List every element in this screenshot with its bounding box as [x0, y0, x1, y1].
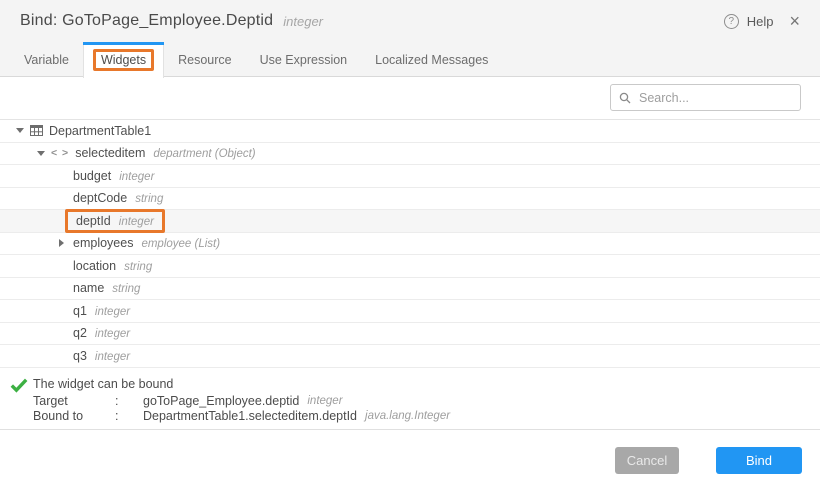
node-label-wrap: q3 integer — [73, 349, 130, 363]
node-label-wrap: name string — [73, 281, 140, 295]
tab-label: Localized Messages — [375, 53, 488, 67]
annotation-highlight-box: Widgets — [93, 49, 154, 71]
node-name: employees — [73, 236, 133, 250]
status-value: DepartmentTable1.selecteditem.deptId — [143, 409, 357, 425]
page-title: Bind: GoToPage_Employee.Deptid — [20, 12, 273, 30]
tab-resource[interactable]: Resource — [164, 42, 246, 77]
node-name: selecteditem — [75, 146, 145, 160]
tree-row-location[interactable]: location string — [0, 255, 820, 278]
node-type: employee (List) — [141, 238, 220, 250]
tab-bar: Variable Widgets Resource Use Expression Loc… — [0, 42, 820, 77]
node-type: string — [112, 283, 140, 295]
caret-collapsed-icon[interactable] — [59, 239, 73, 247]
bind-button[interactable]: Bind — [716, 447, 802, 474]
node-label-wrap: selecteditem department (Object) — [75, 146, 255, 160]
tree-row-budget[interactable]: budget integer — [0, 165, 820, 188]
status-row-bound-to: Bound to:DepartmentTable1.selecteditem.d… — [33, 409, 820, 425]
search-box[interactable] — [610, 84, 801, 111]
toolbar — [0, 77, 820, 120]
tab-widgets[interactable]: Widgets — [83, 42, 164, 78]
help-icon[interactable]: ? — [724, 14, 739, 29]
search-icon — [619, 92, 631, 104]
cancel-button[interactable]: Cancel — [615, 447, 679, 474]
node-label-wrap: budget integer — [73, 169, 154, 183]
status-rows: Target:goToPage_Employee.deptidintegerBo… — [33, 394, 820, 425]
tab-label: Variable — [24, 53, 69, 67]
dialog-header: Bind: GoToPage_Employee.Deptid integer ?… — [0, 0, 820, 42]
status-label: Target — [33, 394, 115, 410]
node-type: string — [124, 261, 152, 273]
tab-localized-messages[interactable]: Localized Messages — [361, 42, 502, 77]
caret-expanded-icon[interactable] — [16, 128, 30, 133]
help-link[interactable]: Help — [747, 14, 774, 29]
table-widget-icon — [30, 125, 43, 136]
node-name: deptCode — [73, 191, 127, 205]
tree-row-q2[interactable]: q2 integer — [0, 323, 820, 346]
node-name: location — [73, 259, 116, 273]
status-value_type: integer — [307, 394, 342, 410]
node-type: integer — [119, 216, 154, 228]
node-type: integer — [95, 351, 130, 363]
success-check-icon — [10, 378, 28, 398]
tree-row-q1[interactable]: q1 integer — [0, 300, 820, 323]
status-row-target: Target:goToPage_Employee.deptid integer — [33, 394, 820, 410]
node-label-wrap: deptCode string — [73, 191, 163, 205]
node-name: budget — [73, 169, 111, 183]
caret-expanded-icon[interactable] — [37, 151, 51, 156]
tree-row-DepartmentTable1[interactable]: DepartmentTable1 — [0, 120, 820, 143]
node-type: integer — [95, 328, 130, 340]
close-icon[interactable]: × — [787, 12, 802, 30]
status-value_type: java.lang.Integer — [365, 409, 450, 425]
header-actions: ? Help × — [724, 12, 802, 30]
tree-row-selecteditem[interactable]: < > selecteditem department (Object) — [0, 143, 820, 166]
tab-use-expression[interactable]: Use Expression — [246, 42, 362, 77]
node-name: q2 — [73, 326, 87, 340]
search-input[interactable] — [637, 90, 792, 106]
node-type: department (Object) — [153, 148, 255, 160]
dialog-footer: Cancel Bind — [0, 430, 820, 487]
node-label-wrap: DepartmentTable1 — [49, 124, 151, 138]
node-type: string — [135, 193, 163, 205]
status-value: goToPage_Employee.deptid — [143, 394, 299, 410]
tree-row-q3[interactable]: q3 integer — [0, 345, 820, 368]
tab-label: Resource — [178, 53, 232, 67]
status-message: The widget can be bound — [33, 377, 820, 392]
tree-row-employees[interactable]: employees employee (List) — [0, 233, 820, 256]
node-name: deptId — [76, 214, 111, 228]
node-label-wrap: location string — [73, 259, 152, 273]
node-type: integer — [95, 306, 130, 318]
bind-dialog: Bind: GoToPage_Employee.Deptid integer ?… — [0, 0, 820, 487]
node-name: name — [73, 281, 104, 295]
node-name: q3 — [73, 349, 87, 363]
node-type: integer — [119, 171, 154, 183]
tree-row-deptCode[interactable]: deptCode string — [0, 188, 820, 211]
node-label-wrap: employees employee (List) — [73, 236, 220, 250]
status-colon: : — [115, 394, 143, 410]
tab-label: Use Expression — [260, 53, 348, 67]
tab-label: Widgets — [101, 53, 146, 67]
tree-row-deptId[interactable]: deptId integer — [0, 210, 820, 233]
tree-row-name[interactable]: name string — [0, 278, 820, 301]
node-label-wrap: q1 integer — [73, 304, 130, 318]
status-label: Bound to — [33, 409, 115, 425]
binding-status: The widget can be bound Target:goToPage_… — [0, 368, 820, 430]
node-label-wrap: q2 integer — [73, 326, 130, 340]
node-name: q1 — [73, 304, 87, 318]
annotation-highlight-box: deptId integer — [65, 209, 165, 233]
bind-tree: DepartmentTable1 < > selecteditem departmen… — [0, 120, 820, 368]
tab-variable[interactable]: Variable — [10, 42, 83, 77]
object-node-icon: < > — [51, 147, 69, 159]
page-title-type: integer — [283, 14, 323, 29]
status-colon: : — [115, 409, 143, 425]
node-name: DepartmentTable1 — [49, 124, 151, 138]
